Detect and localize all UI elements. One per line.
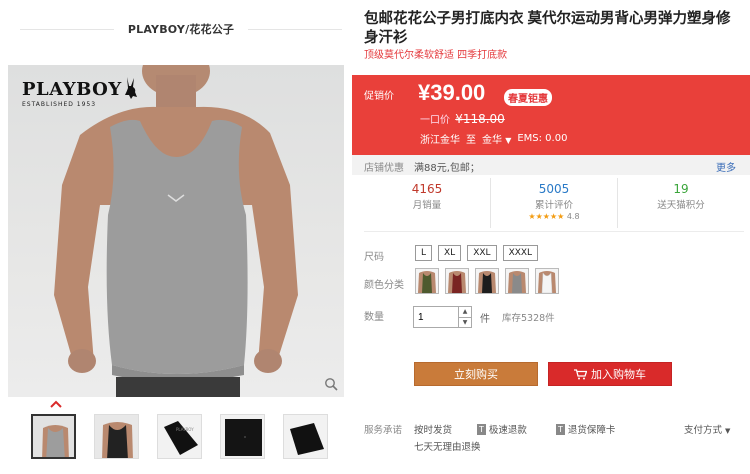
review-count: 5005 [538, 182, 570, 196]
color-swatch[interactable] [445, 268, 469, 294]
color-swatch[interactable] [475, 268, 499, 294]
quantity-unit: 件 [480, 313, 490, 325]
monthly-sales-label: 月销量 [412, 200, 442, 211]
tmall-badge-icon: T [556, 423, 565, 435]
svg-text:PLAYBOY: PLAYBOY [176, 427, 194, 432]
thumbnail[interactable] [283, 414, 328, 459]
size-label: 尺码 [364, 252, 384, 263]
zoom-icon[interactable] [322, 375, 340, 393]
color-label: 颜色分类 [364, 280, 404, 291]
coupon-label: 店铺优惠 [364, 163, 404, 174]
store-coupon-bar: 店铺优惠 满88元,包邮； 更多 [352, 155, 750, 175]
size-option[interactable]: XXXL [502, 245, 539, 261]
main-product-image[interactable]: PLAYBOY ESTABLISHED 1953 [8, 65, 344, 397]
add-to-cart-label: 加入购物车 [591, 368, 646, 381]
thumbnail[interactable] [94, 414, 139, 459]
tmall-badge-icon: T [477, 423, 486, 435]
size-option[interactable]: XL [438, 245, 462, 261]
original-price: ¥118.00 [455, 112, 505, 126]
ship-from: 浙江金华 [420, 135, 460, 146]
stock-count: 库存5328件 [502, 313, 555, 324]
brand-established-text: ESTABLISHED 1953 [22, 101, 97, 108]
thumbnail[interactable] [220, 414, 265, 459]
product-stats: 4165 月销量 5005 累计评价 ★★★★★ 4.8 19 送天猫积分 [364, 178, 744, 228]
payment-methods[interactable]: 支付方式 ▼ [684, 422, 730, 436]
points-count: 19 [673, 182, 689, 196]
size-option[interactable]: L [415, 245, 433, 261]
buy-now-button[interactable]: 立刻购买 [414, 362, 538, 386]
review-label: 累计评价 [534, 200, 573, 211]
color-options [415, 268, 559, 294]
brand-logo-text: PLAYBOY [22, 79, 122, 100]
store-header: PLAYBOY/花花公子 [20, 14, 342, 44]
star-icons: ★★★★★ [528, 212, 565, 221]
ship-to-label: 至 [466, 135, 476, 146]
price-label: 促销价 [364, 91, 394, 102]
stepper-buttons: ▲ ▼ [459, 306, 472, 328]
original-price-label: 一口价 [420, 115, 450, 126]
points-label: 送天猫积分 [657, 200, 705, 211]
color-swatch[interactable] [505, 268, 529, 294]
service-fast-refund[interactable]: T 极速退款 [477, 422, 527, 436]
chevron-up-icon [50, 400, 62, 408]
service-label: 服务承诺 [364, 425, 403, 436]
size-options: L XL XXL XXXL [415, 245, 539, 261]
original-price-row: 一口价 ¥118.00 [420, 111, 505, 126]
product-detail-panel: 包邮花花公子男打底内衣 莫代尔运动男背心男弹力塑身修身汗衫 顶级莫代尔柔软舒适 … [352, 0, 750, 474]
quantity-stepper: ▲ ▼ 件 库存5328件 [413, 306, 555, 328]
rating-stars: ★★★★★ 4.8 [491, 212, 617, 221]
cart-icon [574, 368, 587, 379]
price-box: 促销价 ¥39.00 春夏钜惠 一口价 ¥118.00 浙江金华 至 金华 ▼ … [352, 75, 750, 155]
color-swatch[interactable] [535, 268, 559, 294]
monthly-sales-count: 4165 [411, 182, 443, 196]
bunny-logo-icon [125, 77, 137, 99]
ems-fee: EMS: 0.00 [517, 133, 568, 144]
quantity-label: 数量 [364, 312, 384, 323]
quantity-input[interactable] [413, 306, 459, 328]
thumbnail[interactable]: PLAYBOY [157, 414, 202, 459]
thumbnail-strip: PLAYBOY [31, 414, 328, 459]
divider [364, 231, 744, 232]
increment-button[interactable]: ▲ [459, 307, 471, 318]
service-return-card[interactable]: T 退货保障卡 [556, 422, 615, 436]
model-illustration [54, 65, 298, 397]
shipping-row: 浙江金华 至 金华 ▼ EMS: 0.00 [420, 131, 567, 146]
thumbnail[interactable] [31, 414, 76, 459]
product-subtitle: 顶级莫代尔柔软舒适 四季打底款 [364, 50, 508, 61]
store-name[interactable]: PLAYBOY/花花公子 [114, 21, 248, 37]
chevron-down-icon: ▼ [725, 427, 731, 435]
decrement-button[interactable]: ▼ [459, 318, 471, 328]
monthly-sales: 4165 月销量 [364, 178, 491, 228]
reviews[interactable]: 5005 累计评价 ★★★★★ 4.8 [491, 178, 618, 228]
product-gallery: PLAYBOY/花花公子 PLAYBOY ESTABLISHED 1953 PL… [0, 0, 352, 474]
product-title: 包邮花花公子男打底内衣 莫代尔运动男背心男弹力塑身修身汗衫 [364, 11, 731, 46]
rating-value: 4.8 [566, 212, 580, 221]
coupon-text: 满88元,包邮； [414, 163, 480, 174]
service-7day-return[interactable]: 七天无理由退换 [414, 439, 481, 453]
size-option[interactable]: XXL [467, 245, 497, 261]
service-ontime[interactable]: 按时发货 [414, 422, 452, 436]
promo-price: ¥39.00 [418, 80, 486, 105]
promo-tag: 春夏钜惠 [504, 89, 552, 106]
coupon-more-link[interactable]: 更多 [716, 159, 736, 174]
ship-to-select[interactable]: 金华 ▼ [482, 131, 511, 146]
brand-logo: PLAYBOY ESTABLISHED 1953 [22, 79, 122, 108]
add-to-cart-button[interactable]: 加入购物车 [548, 362, 672, 386]
tmall-points: 19 送天猫积分 [618, 178, 744, 228]
chevron-down-icon: ▼ [505, 136, 512, 145]
color-swatch[interactable] [415, 268, 439, 294]
